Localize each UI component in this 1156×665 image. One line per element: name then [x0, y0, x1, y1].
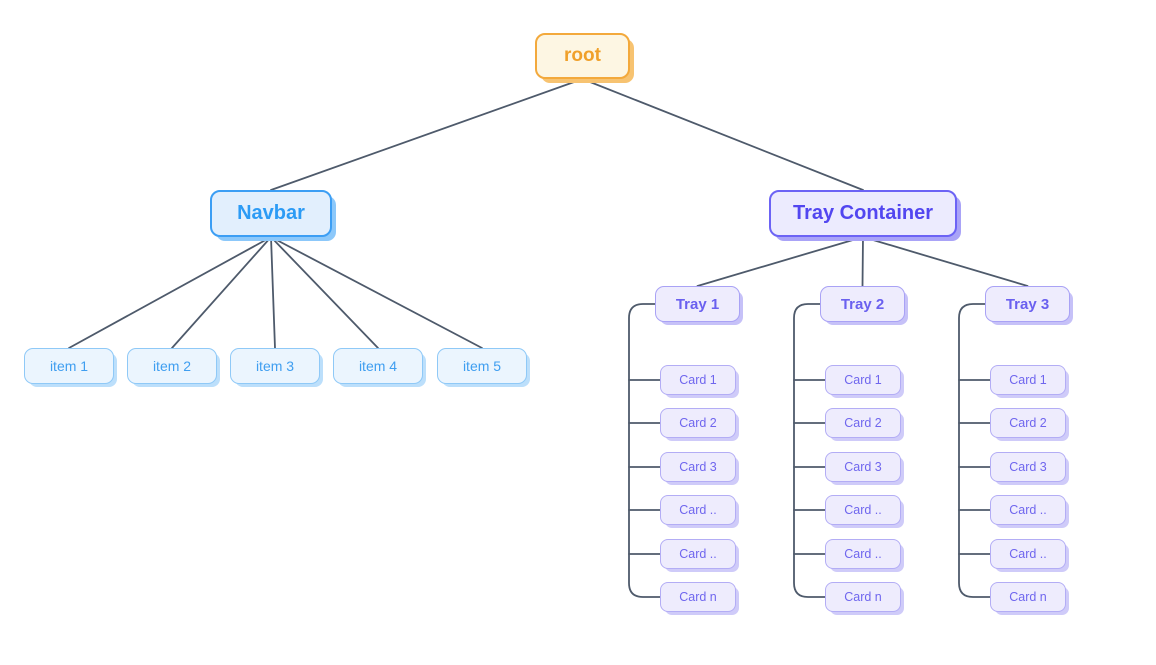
- tray-3-node[interactable]: Tray 3: [985, 286, 1070, 322]
- nav-item-5[interactable]: item 5: [437, 348, 527, 384]
- tray-3-card-5-node[interactable]: Card ..: [990, 539, 1066, 569]
- tray-container-node[interactable]: Tray Container: [769, 190, 957, 237]
- tray-1-node-label: Tray 1: [675, 295, 720, 313]
- edge-root-to-navbar: [270, 78, 584, 191]
- tray-1-node[interactable]: Tray 1: [655, 286, 740, 322]
- tray-3-card-1-node-label: Card 1: [1009, 373, 1047, 387]
- nav-item-5-label: item 5: [462, 358, 502, 374]
- tray-2-card-5-node[interactable]: Card ..: [825, 539, 901, 569]
- tray-1-card-4-node[interactable]: Card ..: [660, 495, 736, 525]
- spine-tray-3: [958, 303, 991, 598]
- tray-1-card-6-node-label: Card n: [679, 590, 717, 604]
- tray-container-node-label: Tray Container: [792, 202, 934, 224]
- tray-3-card-4-node[interactable]: Card ..: [990, 495, 1066, 525]
- tray-3-card-6-node[interactable]: Card n: [990, 582, 1066, 612]
- spine-tray-2: [793, 303, 826, 598]
- nav-item-2[interactable]: item 2: [127, 348, 217, 384]
- edge-tray-container-to-tray-1: [696, 236, 864, 287]
- nav-item-4[interactable]: item 4: [333, 348, 423, 384]
- nav-item-1[interactable]: item 1: [24, 348, 114, 384]
- tray-3-node-label: Tray 3: [1005, 295, 1050, 313]
- edge-navbar-to-item-3: [270, 236, 276, 349]
- tray-1-card-3-node[interactable]: Card 3: [660, 452, 736, 482]
- edge-tray-container-to-tray-2: [861, 236, 864, 287]
- tray-3-card-3-node[interactable]: Card 3: [990, 452, 1066, 482]
- tray-3-card-3-node-label: Card 3: [1009, 460, 1047, 474]
- tray-1-card-1-node[interactable]: Card 1: [660, 365, 736, 395]
- tray-2-card-4-node-label: Card ..: [844, 503, 882, 517]
- tray-2-card-5-node-label: Card ..: [844, 547, 882, 561]
- tray-3-card-2-node[interactable]: Card 2: [990, 408, 1066, 438]
- tray-2-card-1-node-label: Card 1: [844, 373, 882, 387]
- tray-1-card-1-node-label: Card 1: [679, 373, 717, 387]
- edge-layer: [68, 78, 1029, 598]
- tray-1-card-3-node-label: Card 3: [679, 460, 717, 474]
- tray-3-card-6-node-label: Card n: [1009, 590, 1047, 604]
- tray-2-card-2-node-label: Card 2: [844, 416, 882, 430]
- edge-navbar-to-item-1: [68, 236, 272, 349]
- tray-2-card-3-node[interactable]: Card 3: [825, 452, 901, 482]
- nav-item-4-label: item 4: [358, 358, 398, 374]
- edge-navbar-to-item-2: [171, 236, 272, 349]
- edge-navbar-to-item-5: [270, 236, 483, 349]
- nav-item-1-label: item 1: [49, 358, 89, 374]
- edge-navbar-to-item-4: [270, 236, 379, 349]
- edge-root-to-tray-container: [581, 78, 864, 191]
- edge-tray-container-to-tray-3: [862, 236, 1029, 287]
- tray-3-card-1-node[interactable]: Card 1: [990, 365, 1066, 395]
- tray-2-card-2-node[interactable]: Card 2: [825, 408, 901, 438]
- tray-1-card-2-node-label: Card 2: [679, 416, 717, 430]
- navbar-node[interactable]: Navbar: [210, 190, 332, 237]
- nav-item-3[interactable]: item 3: [230, 348, 320, 384]
- tray-1-card-5-node-label: Card ..: [679, 547, 717, 561]
- tray-3-card-2-node-label: Card 2: [1009, 416, 1047, 430]
- tray-2-node-label: Tray 2: [840, 295, 885, 313]
- root-node[interactable]: root: [535, 33, 630, 79]
- tray-2-card-4-node[interactable]: Card ..: [825, 495, 901, 525]
- nav-item-2-label: item 2: [152, 358, 192, 374]
- nav-item-3-label: item 3: [255, 358, 295, 374]
- tray-2-node[interactable]: Tray 2: [820, 286, 905, 322]
- tray-1-card-6-node[interactable]: Card n: [660, 582, 736, 612]
- root-node-label: root: [564, 45, 601, 66]
- tray-2-card-6-node[interactable]: Card n: [825, 582, 901, 612]
- tray-2-card-6-node-label: Card n: [844, 590, 882, 604]
- tray-2-card-3-node-label: Card 3: [844, 460, 882, 474]
- tray-1-card-4-node-label: Card ..: [679, 503, 717, 517]
- tray-3-card-4-node-label: Card ..: [1009, 503, 1047, 517]
- navbar-node-label: Navbar: [237, 202, 305, 224]
- tray-3-card-5-node-label: Card ..: [1009, 547, 1047, 561]
- spine-tray-1: [628, 303, 661, 598]
- tray-1-card-5-node[interactable]: Card ..: [660, 539, 736, 569]
- tray-1-card-2-node[interactable]: Card 2: [660, 408, 736, 438]
- diagram-canvas: root Navbar Tray Container item 1 item 2 item…: [0, 0, 1156, 665]
- tray-2-card-1-node[interactable]: Card 1: [825, 365, 901, 395]
